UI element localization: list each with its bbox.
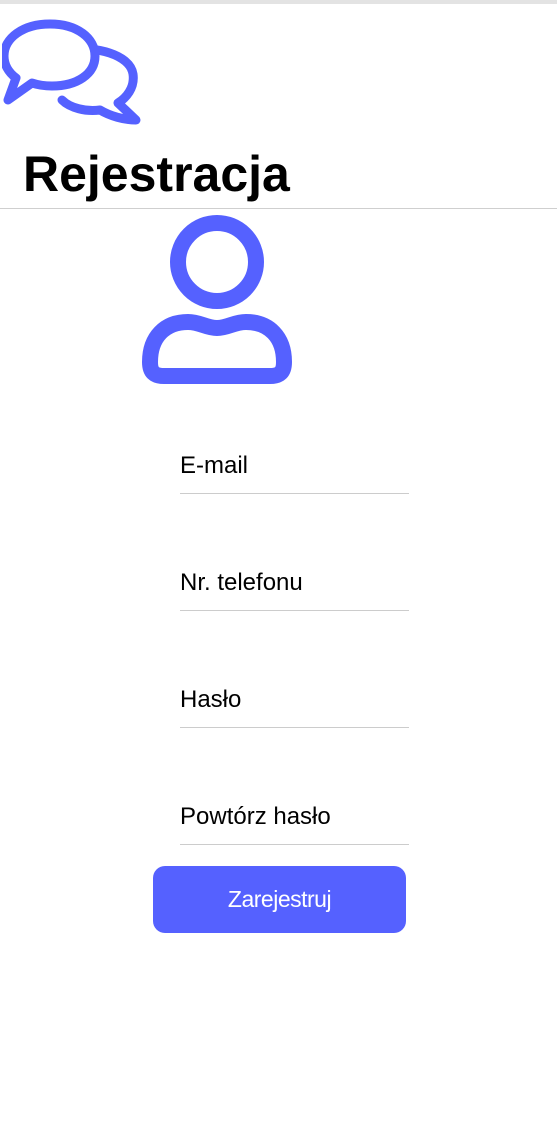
password-field[interactable] [180,678,409,728]
password-repeat-field[interactable] [180,795,409,845]
register-button[interactable]: Zarejestruj [153,866,406,933]
phone-field[interactable] [180,561,409,611]
registration-form: Zarejestruj [0,0,557,1145]
email-field[interactable] [180,444,409,494]
